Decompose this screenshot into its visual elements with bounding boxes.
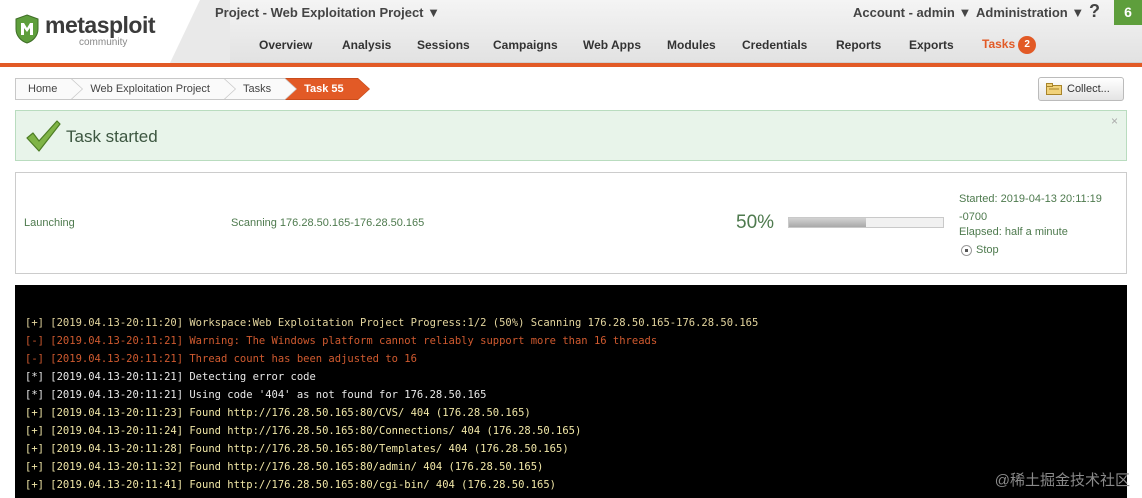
folder-icon [1046,83,1062,95]
task-description: Scanning 176.28.50.165-176.28.50.165 [231,217,425,229]
metasploit-app: metasploit community Project - Web Explo… [0,0,1142,498]
watermark: @稀土掘金技术社区 [994,472,1130,489]
collect-button[interactable]: Collect... [1038,77,1124,101]
nav-web-apps[interactable]: Web Apps [583,38,641,52]
nav-reports[interactable]: Reports [836,38,881,52]
breadcrumb-project[interactable]: Web Exploitation Project [71,78,236,100]
nav-tasks[interactable]: Tasks 2 [982,36,1037,54]
banner-message: Task started [66,127,158,146]
console-line: [-] [2019.04.13-20:11:21] Thread count h… [25,353,417,365]
project-menu[interactable]: Project - Web Exploitation Project ▼ [215,5,440,20]
nav-exports[interactable]: Exports [909,38,954,52]
console-lines: [+] [2019.04.13-20:11:20] Workspace:Web … [25,314,758,494]
console-line: [+] [2019.04.13-20:11:23] Found http://1… [25,407,531,419]
console-line: [+] [2019.04.13-20:11:32] Found http://1… [25,461,544,473]
task-started-banner: Task started × [15,110,1127,161]
task-progress-fill [789,218,866,227]
close-icon[interactable]: × [1111,114,1118,128]
tasks-count-badge: 2 [1018,36,1037,54]
console-line: [*] [2019.04.13-20:11:21] Detecting erro… [25,371,316,383]
console-line: [+] [2019.04.13-20:11:20] Workspace:Web … [25,317,759,329]
breadcrumb: Home Web Exploitation Project Tasks Task… [15,78,370,100]
collect-button-label: Collect... [1067,83,1110,95]
checkmark-icon [26,120,61,152]
administration-menu[interactable]: Administration ▼ [976,5,1084,20]
help-icon[interactable]: ? [1089,1,1100,22]
task-status-panel: Launching Scanning 176.28.50.165-176.28.… [15,172,1127,274]
console-line: [*] [2019.04.13-20:11:21] Using code '40… [25,389,487,401]
stop-button[interactable]: Stop [961,244,999,256]
top-header: metasploit community Project - Web Explo… [0,0,1142,63]
nav-tasks-label: Tasks [982,37,1016,52]
task-percent: 50% [736,212,775,233]
nav-modules[interactable]: Modules [667,38,716,52]
task-progress-bar [788,217,944,228]
breadcrumb-home[interactable]: Home [15,78,84,100]
nav-campaigns[interactable]: Campaigns [493,38,558,52]
console-line: [+] [2019.04.13-20:11:24] Found http://1… [25,425,582,437]
main-nav: Overview Analysis Sessions Campaigns Web… [0,36,1142,58]
notifications-badge[interactable]: 6 [1114,0,1142,25]
nav-credentials[interactable]: Credentials [742,38,807,52]
nav-overview[interactable]: Overview [259,38,312,52]
nav-sessions[interactable]: Sessions [417,38,470,52]
brand-bar [0,63,1142,67]
console-line: [+] [2019.04.13-20:11:28] Found http://1… [25,443,569,455]
stop-label: Stop [976,244,999,256]
logo-text: metasploit [45,12,156,38]
account-menu[interactable]: Account - admin ▼ [853,5,971,20]
task-elapsed-time: Elapsed: half a minute [959,226,1068,238]
task-phase: Launching [24,217,75,229]
stop-icon [961,244,972,256]
console-line: [+] [2019.04.13-20:11:41] Found http://1… [25,479,557,491]
console-line: [-] [2019.04.13-20:11:21] Warning: The W… [25,335,658,347]
nav-analysis[interactable]: Analysis [342,38,391,52]
task-console[interactable]: [+] [2019.04.13-20:11:20] Workspace:Web … [15,285,1127,498]
task-started-time: Started: 2019-04-13 20:11:19 -0700 [959,193,1102,223]
